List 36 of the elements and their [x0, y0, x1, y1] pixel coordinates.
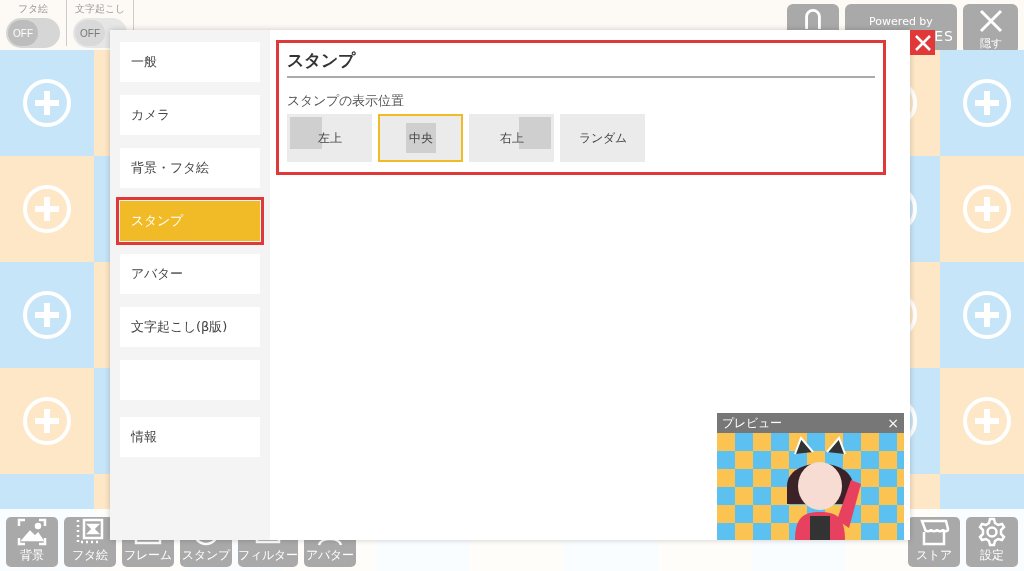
position-option[interactable]: 右上: [469, 114, 554, 162]
position-option[interactable]: 中央: [378, 114, 463, 162]
settings-menu-item[interactable]: 情報: [120, 417, 260, 457]
toolbar-button[interactable]: ストア: [908, 517, 960, 567]
image-icon: [16, 517, 48, 547]
plus-circle-icon[interactable]: [962, 184, 1012, 234]
settings-menu-item[interactable]: アバター: [120, 254, 260, 294]
plus-circle-icon[interactable]: [22, 184, 72, 234]
section-title: スタンプ: [287, 49, 875, 78]
close-button[interactable]: [910, 30, 935, 55]
gear-icon: [976, 517, 1008, 547]
settings-menu-item[interactable]: 一般: [120, 42, 260, 82]
toolbar-button[interactable]: 背景: [6, 517, 58, 567]
position-option[interactable]: ランダム: [560, 114, 645, 162]
store-icon: [918, 517, 950, 547]
position-option[interactable]: 左上: [287, 114, 372, 162]
plus-circle-icon[interactable]: [22, 396, 72, 446]
close-button[interactable]: ×: [887, 416, 899, 430]
settings-menu-item[interactable]: カメラ: [120, 95, 260, 135]
close-icon: [913, 33, 932, 52]
plus-circle-icon[interactable]: [22, 78, 72, 128]
plus-circle-icon[interactable]: [962, 396, 1012, 446]
field-label: スタンプの表示位置: [287, 92, 405, 110]
plus-circle-icon[interactable]: [22, 290, 72, 340]
plus-circle-icon[interactable]: [962, 78, 1012, 128]
toggle-label: 文字起こし: [75, 2, 125, 16]
settings-menu-item[interactable]: 文字起こし(β版): [120, 307, 260, 347]
toolbar-button[interactable]: 設定: [966, 517, 1018, 567]
toolbar-button[interactable]: フタ絵: [64, 517, 116, 567]
toggle-label: フタ絵: [18, 2, 48, 16]
settings-menu-item[interactable]: スタンプ: [120, 201, 260, 241]
preview-title: プレビュー: [722, 414, 783, 432]
close-icon: [977, 7, 1004, 34]
plus-circle-icon[interactable]: [962, 290, 1012, 340]
settings-menu-item[interactable]: 背景・フタ絵: [120, 148, 260, 188]
toggle-switch[interactable]: OFF: [6, 18, 60, 48]
